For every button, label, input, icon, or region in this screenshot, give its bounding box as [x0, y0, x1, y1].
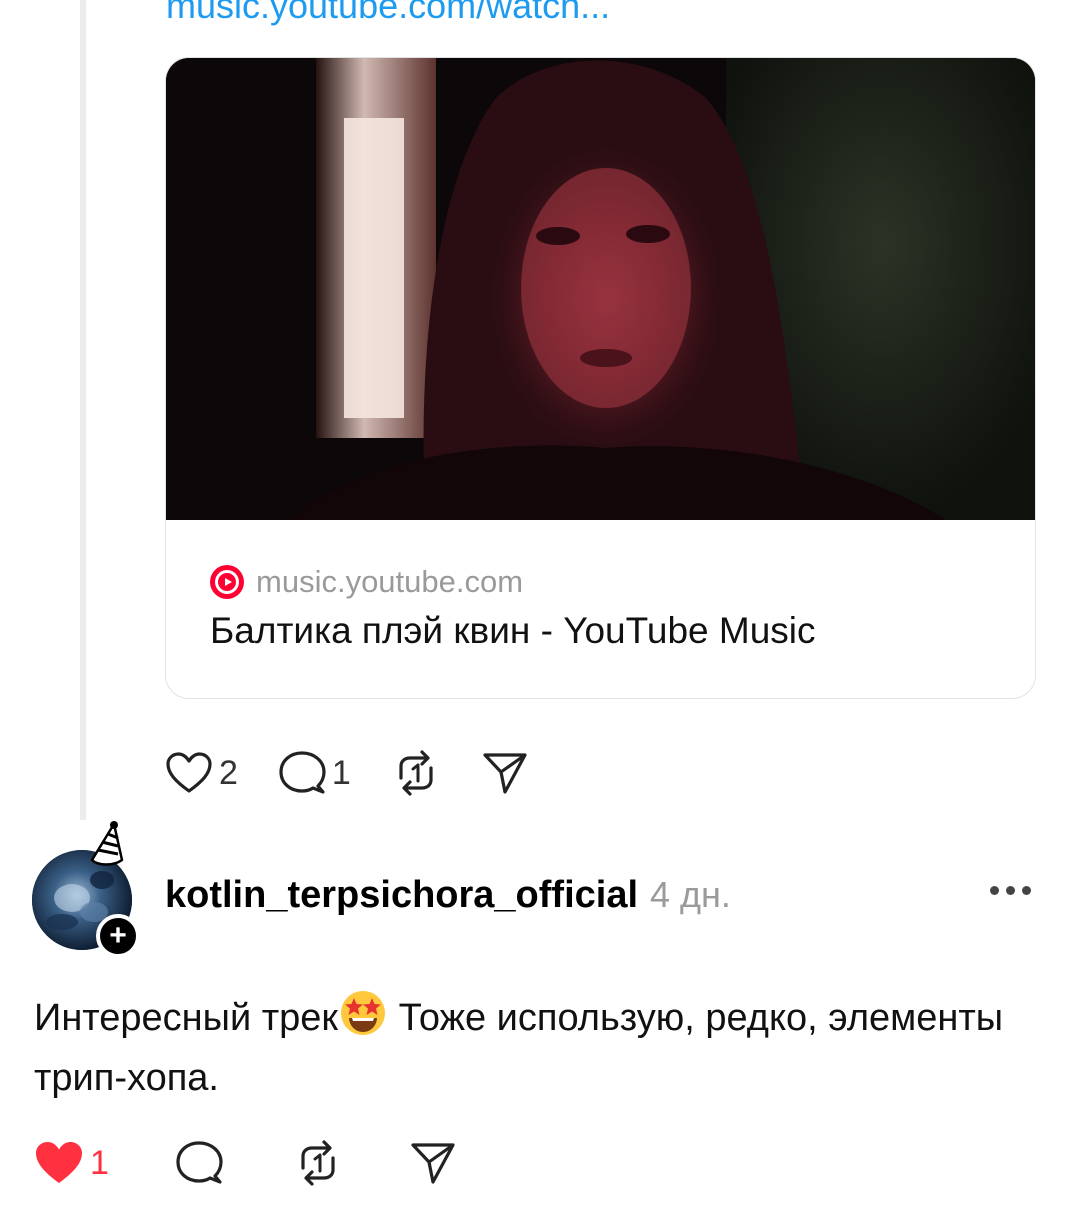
reply-text: Интересный трек Тоже использую, редко, э… — [34, 988, 1034, 1108]
username[interactable]: kotlin_terpsichora_official — [165, 874, 638, 917]
follow-button[interactable]: + — [96, 914, 140, 958]
link-preview-source: music.youtube.com — [210, 564, 523, 600]
more-dot-icon — [990, 886, 999, 895]
more-dot-icon — [1022, 886, 1031, 895]
repost-icon — [399, 750, 433, 796]
reply-comment-button[interactable] — [175, 1140, 223, 1186]
reply-like-button[interactable]: 1 — [34, 1140, 109, 1186]
repost-button[interactable] — [391, 750, 441, 796]
share-button[interactable] — [481, 750, 529, 796]
send-icon — [411, 1143, 455, 1184]
reply-count: 1 — [331, 753, 351, 792]
link-preview-domain: music.youtube.com — [256, 564, 524, 599]
more-dot-icon — [1006, 886, 1015, 895]
speech-bubble-icon — [176, 1141, 223, 1184]
reply-share-button[interactable] — [409, 1140, 457, 1186]
post-link[interactable]: music.youtube.com/watch... — [166, 0, 610, 26]
reply-text-part-1: Интересный трек — [34, 997, 339, 1039]
timestamp: 4 дн. — [650, 874, 731, 915]
heart-outline-icon — [166, 752, 212, 793]
thread-view: music.youtube.com/watch... music.youtube… — [0, 0, 1080, 1212]
repost-icon — [301, 1140, 335, 1186]
reply-button[interactable]: 1 — [278, 750, 351, 796]
link-preview-card[interactable]: music.youtube.com Балтика плэй квин - Yo… — [165, 57, 1036, 699]
speech-bubble-icon — [279, 751, 326, 794]
send-icon — [483, 753, 527, 794]
party-hat-icon — [90, 821, 124, 866]
reply-actions: 1 — [34, 1140, 497, 1186]
link-preview-title: Балтика плэй квин - YouTube Music — [210, 610, 816, 651]
reply-repost-button[interactable] — [293, 1140, 343, 1186]
more-options-button[interactable] — [990, 886, 1031, 895]
parent-post-actions: 2 1 — [165, 750, 569, 796]
reply-header: kotlin_terpsichora_official 4 дн. — [165, 874, 731, 917]
like-button[interactable]: 2 — [165, 751, 238, 795]
heart-filled-icon — [36, 1142, 82, 1183]
link-preview-image — [166, 58, 1035, 520]
star-struck-emoji-icon — [341, 991, 386, 1035]
thread-connector-line — [80, 0, 86, 820]
reply-like-count: 1 — [90, 1143, 109, 1182]
like-count: 2 — [219, 753, 238, 792]
youtube-music-icon — [210, 565, 244, 599]
